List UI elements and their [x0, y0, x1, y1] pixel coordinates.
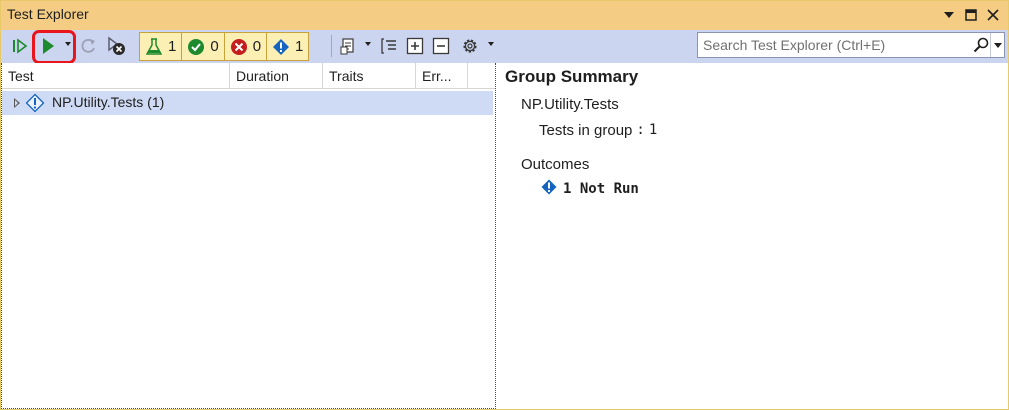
cancel-run-button[interactable] — [105, 34, 127, 58]
tests-in-group: Tests in group : 1 — [539, 122, 657, 139]
search-box — [697, 32, 1005, 58]
test-list-pane: Test Duration Traits Err... NP.Utility.T… — [1, 63, 496, 409]
test-explorer-window: Test Explorer 1 0 0 1 Search Test Explor… — [0, 0, 1009, 410]
cancel-run-icon — [108, 36, 125, 55]
search-button[interactable] — [972, 35, 990, 55]
maximize-icon — [965, 9, 977, 21]
flask-icon — [145, 37, 163, 56]
toolbar-separator — [331, 35, 332, 57]
search-input[interactable] — [703, 34, 965, 56]
outcomes-label: Outcomes — [521, 156, 590, 173]
summary-group-name: NP.Utility.Tests — [521, 96, 619, 113]
search-icon — [973, 37, 989, 53]
window-position-button[interactable] — [938, 5, 960, 25]
not-run-tests-filter[interactable]: 1 — [267, 33, 309, 60]
passed-icon — [187, 38, 205, 56]
settings-button[interactable] — [459, 34, 481, 58]
expand-all-button[interactable] — [405, 34, 425, 58]
rerun-failed-button[interactable] — [79, 34, 99, 58]
gear-icon — [463, 39, 477, 53]
chevron-down-icon — [993, 42, 1002, 48]
group-by-icon — [381, 38, 396, 54]
summary-title: Group Summary — [505, 67, 639, 86]
passed-count: 0 — [210, 38, 219, 55]
not-run-summary-text: 1 Not Run — [563, 180, 639, 197]
total-count: 1 — [168, 38, 177, 55]
column-traits[interactable]: Traits — [323, 63, 416, 89]
playlist-button[interactable] — [339, 34, 359, 58]
not-run-icon — [541, 179, 557, 198]
expand-arrow-icon[interactable] — [14, 98, 20, 108]
rerun-failed-icon — [81, 38, 95, 53]
expand-all-icon — [406, 37, 424, 55]
tree-row[interactable]: NP.Utility.Tests (1) — [2, 91, 493, 115]
run-button-highlight — [32, 30, 76, 64]
column-error[interactable]: Err... — [416, 63, 468, 89]
window-controls — [938, 5, 1004, 25]
outcome-filter-group: 1 0 0 1 — [139, 32, 310, 61]
passed-tests-filter[interactable]: 0 — [182, 33, 225, 60]
tests-in-group-label: Tests in group — [539, 122, 633, 139]
not-run-count: 1 — [295, 38, 304, 55]
not-run-status-icon — [25, 93, 45, 113]
not-run-icon — [272, 38, 290, 56]
close-icon — [987, 9, 999, 21]
tree-row-label: NP.Utility.Tests (1) — [52, 94, 165, 110]
close-button[interactable] — [982, 5, 1004, 25]
failed-count: 0 — [252, 38, 262, 55]
toolbar: 1 0 0 1 — [1, 30, 1008, 64]
group-by-button[interactable] — [379, 34, 399, 58]
failed-icon — [230, 38, 248, 56]
failed-tests-filter[interactable]: 0 — [224, 33, 268, 60]
column-test[interactable]: Test — [2, 63, 230, 89]
settings-dropdown-arrow[interactable] — [488, 42, 494, 46]
column-header-row: Test Duration Traits Err... — [2, 63, 495, 89]
playlist-icon — [340, 38, 354, 55]
column-duration[interactable]: Duration — [230, 63, 323, 89]
title-bar: Test Explorer — [1, 1, 1008, 30]
tests-in-group-value: 1 — [648, 122, 658, 138]
group-summary-pane: Group Summary NP.Utility.Tests Tests in … — [498, 63, 1008, 409]
playlist-dropdown-arrow[interactable] — [365, 42, 371, 46]
maximize-button[interactable] — [960, 5, 982, 25]
run-all-button[interactable] — [9, 34, 31, 58]
collapse-all-icon — [432, 37, 450, 55]
chevron-down-icon — [944, 12, 954, 18]
window-title: Test Explorer — [7, 6, 89, 22]
tests-in-group-sep: : — [636, 122, 645, 138]
total-tests-filter[interactable]: 1 — [140, 33, 183, 60]
outcome-not-run[interactable]: 1 Not Run — [541, 179, 639, 198]
collapse-all-button[interactable] — [431, 34, 451, 58]
search-dropdown-button[interactable] — [990, 33, 1004, 57]
run-all-icon — [13, 38, 28, 54]
